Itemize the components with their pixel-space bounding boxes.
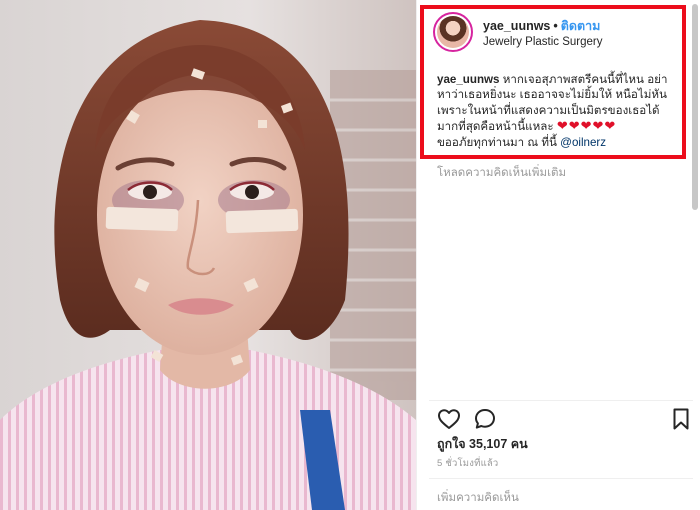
post-photo-illustration xyxy=(0,0,416,510)
avatar[interactable] xyxy=(433,12,473,52)
post-header: yae_uunws • ติดตาม Jewelry Plastic Surgery xyxy=(429,8,687,58)
caption-username[interactable]: yae_uunws xyxy=(437,73,500,86)
caption-mention-link[interactable]: @oilnerz xyxy=(560,136,606,149)
add-comment-input[interactable]: เพิ่มความคิดเห็น xyxy=(437,489,519,507)
follow-button[interactable]: ติดตาม xyxy=(561,19,601,33)
header-line: yae_uunws • ติดตาม xyxy=(483,16,600,36)
header-separator: • xyxy=(553,19,558,33)
caption-text-5: ขออภัยทุกท่านมา ณ ที่นี้ xyxy=(437,135,561,149)
post-timestamp: 5 ชั่วโมงที่แล้ว xyxy=(437,458,499,469)
likes-count[interactable]: ถูกใจ 35,107 คน xyxy=(437,434,528,454)
avatar-image xyxy=(437,16,469,48)
caption-line-2: หาว่าเธอหยิ่งนะ เธออาจจะไม่ยิ้มให้ หนือไ… xyxy=(437,88,667,102)
post-caption: yae_uunws หากเจอสุภาพสตรีคนนี้ที่ไหน อย่… xyxy=(437,72,685,150)
add-comment-row: เพิ่มความคิดเห็น xyxy=(429,478,693,510)
speech-bubble-icon[interactable] xyxy=(473,407,497,431)
caption-text-4: มากที่สุดคือหน้านี้แหละ xyxy=(437,120,557,134)
bookmark-icon[interactable] xyxy=(669,407,693,431)
post-location[interactable]: Jewelry Plastic Surgery xyxy=(483,36,603,48)
post-username[interactable]: yae_uunws xyxy=(483,19,550,33)
heart-outline-icon[interactable] xyxy=(437,407,461,431)
comments-scrollbar[interactable] xyxy=(692,4,698,210)
caption-hearts: ❤❤❤❤❤ xyxy=(556,118,617,134)
caption-line-1: yae_uunws หากเจอสุภาพสตรีคนนี้ที่ไหน อย่… xyxy=(437,72,685,87)
post-photo[interactable] xyxy=(0,0,416,510)
load-more-comments-link[interactable]: โหลดความคิดเห็นเพิ่มเติม xyxy=(437,164,566,182)
caption-line-5: ขออภัยทุกท่านมา ณ ที่นี้ @oilnerz xyxy=(437,135,685,150)
caption-text-1: หากเจอสุภาพสตรีคนนี้ที่ไหน อย่า xyxy=(499,73,668,86)
post-side-panel: yae_uunws • ติดตาม Jewelry Plastic Surgery… xyxy=(416,0,700,510)
caption-line-4: มากที่สุดคือหน้านี้แหละ ❤❤❤❤❤ xyxy=(437,118,685,134)
caption-line-3: เพราะในหน้าที่แสดงความเป็นมิตรของเธอได้ xyxy=(437,103,660,117)
action-row xyxy=(429,400,693,432)
